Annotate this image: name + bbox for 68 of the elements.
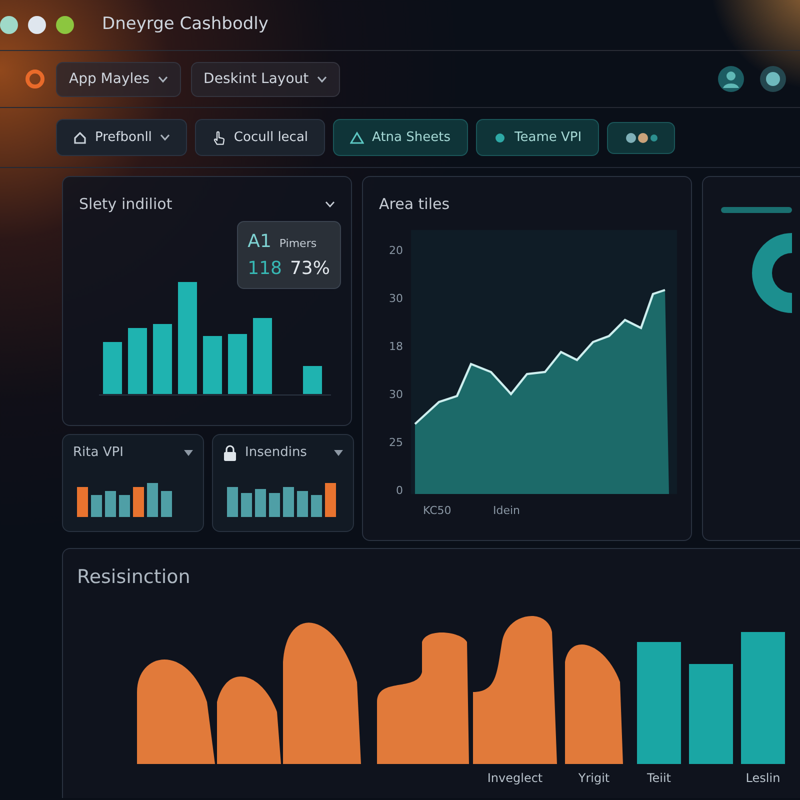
chart-bar [255,488,266,516]
circles-icon [624,130,658,144]
tooltip-count: 118 [248,257,282,281]
profile-circle-icon [760,66,786,92]
caret-icon [316,76,327,82]
axis-label: 30 [389,292,403,304]
triangle-icon [350,130,364,144]
window-button[interactable] [0,16,18,34]
ring-logo-icon [24,68,46,90]
chart-bar [147,482,158,516]
axis-label: 25 [389,436,403,448]
chart-bar [311,494,322,516]
caret-icon [334,450,343,456]
axis-label: Inveglect [487,770,543,784]
window-button[interactable] [28,16,46,34]
toolbar-button[interactable]: Atna Sheets [333,118,468,156]
chart-bar [241,492,252,516]
chart-bar [133,486,144,516]
axis-label: 18 [389,340,403,352]
chart-bar [303,366,322,394]
chart-bar [105,490,116,516]
hand-pointer-icon [212,130,226,144]
menu-dropdown[interactable]: App Mayles [56,62,181,96]
panel-title: Rita VPI [73,444,124,462]
chart-bar [228,334,247,394]
tooltip-percent: 73% [290,257,330,281]
chart-bar [203,336,222,394]
panel-title: Area tiles [379,194,451,215]
chart-bar [227,486,238,516]
axis-label: Leslin [746,770,780,784]
chart-bar [119,494,130,516]
icon-button[interactable] [606,122,675,154]
caret-icon [160,134,170,141]
window-title: Dneyrge Cashbodly [102,13,268,36]
toolbar-button[interactable]: Teame VPI [476,118,599,156]
filter-dropdown[interactable]: Prefbonll [56,118,187,156]
axis-label: Idein [493,504,520,516]
dot-icon [492,130,506,144]
tooltip-code: A1 [248,230,272,254]
axis-label: 20 [389,244,403,256]
panel-title: Insendins [245,444,307,462]
chart-bar [161,490,172,516]
chart-bar [91,494,102,516]
chart-bar [128,328,147,394]
caret-icon [158,76,168,82]
toolbar-button[interactable]: Cocull lecal [194,118,326,156]
chart-bar [325,482,336,516]
menu-dropdown[interactable]: Deskint Layout [190,62,340,96]
caret-icon [184,450,193,456]
chart-bar [297,490,308,516]
chart-bar [283,486,294,516]
axis-label: Teiit [646,770,672,784]
axis-label: 30 [389,388,403,400]
header-bar [721,207,792,213]
axis-label: Yrigit [578,770,610,784]
axis-label: 0 [396,484,403,496]
home-icon [73,130,87,144]
chart-bar [153,324,172,394]
tooltip-caption: Pimers [279,236,317,252]
chart-bar [103,342,122,394]
panel-title: Resisinction [77,565,192,590]
chart-bar [77,486,88,516]
chart-bar [269,492,280,516]
panel-title: Slety indiliot [79,194,172,215]
axis-label: KC50 [423,504,452,516]
window-button[interactable] [56,16,74,34]
user-avatar-icon [718,66,744,92]
chevron-down-icon [325,200,335,208]
